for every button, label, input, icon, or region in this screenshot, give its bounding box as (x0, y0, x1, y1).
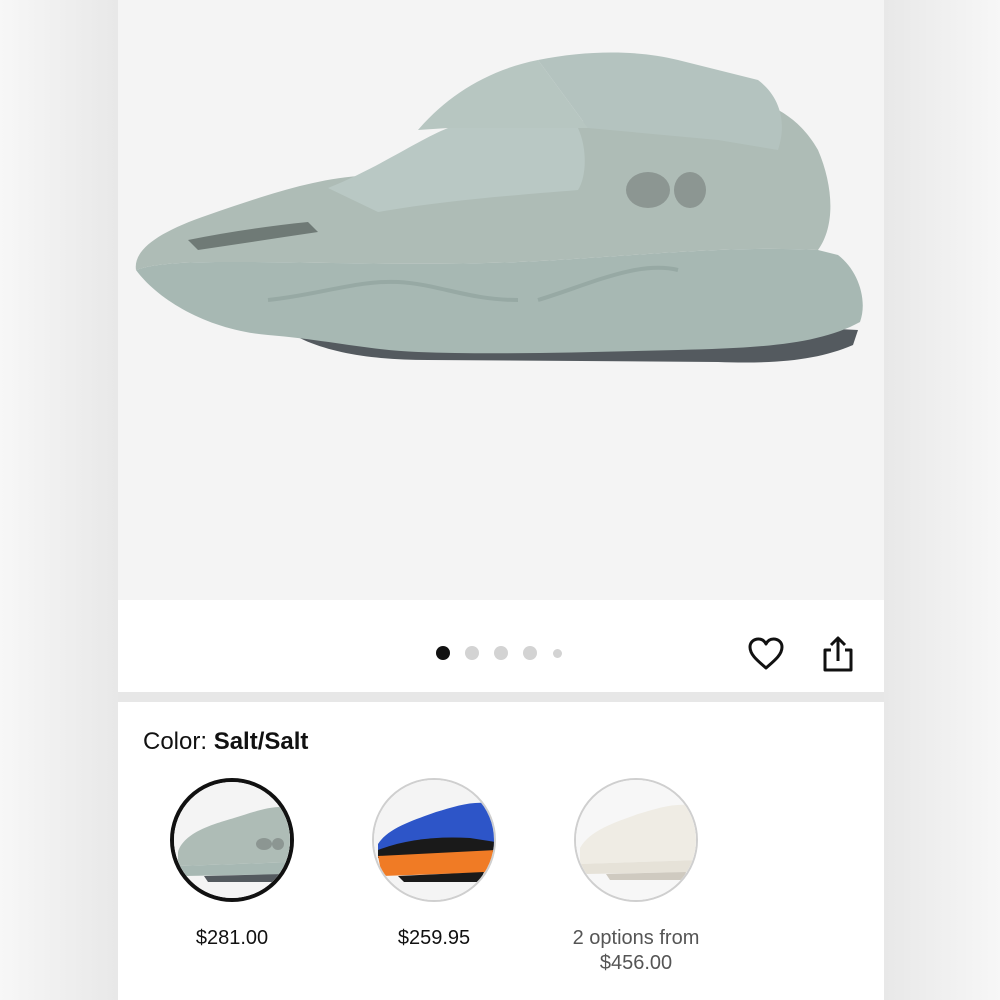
gallery-dot-2[interactable] (465, 646, 479, 660)
color-option-price: 2 options from $456.00 (546, 926, 726, 976)
color-label-prefix: Color: (143, 728, 208, 755)
gallery-dot-5[interactable] (553, 649, 562, 658)
color-option-blue-orange[interactable]: $259.95 (344, 778, 524, 988)
gallery-dot-3[interactable] (494, 646, 508, 660)
sneaker-thumbnail (374, 780, 494, 900)
wishlist-button[interactable] (746, 634, 786, 674)
product-image[interactable] (118, 0, 884, 600)
gallery-dot-1[interactable] (436, 646, 450, 660)
sneaker-thumbnail (174, 782, 290, 898)
color-swatch-image (372, 778, 496, 902)
color-swatch-image (170, 778, 294, 902)
color-option-salt[interactable]: $281.00 (142, 778, 322, 988)
color-option-price: $281.00 (195, 927, 269, 949)
share-icon (823, 636, 853, 672)
sneaker-illustration (135, 52, 863, 363)
heart-icon (748, 637, 784, 670)
share-button[interactable] (818, 634, 858, 674)
selected-color-name: Salt/Salt (213, 728, 309, 755)
color-option-price: $259.95 (397, 927, 471, 949)
color-label: Color: Salt/Salt (143, 728, 308, 756)
product-screen: Color: Salt/Salt $281.00 $259.95 2 optio… (118, 0, 884, 1000)
color-selector: Color: Salt/Salt $281.00 $259.95 2 optio… (118, 702, 884, 1000)
color-swatch-image (574, 778, 698, 902)
color-option-cream[interactable]: 2 options from $456.00 (546, 778, 726, 988)
section-divider (118, 692, 884, 702)
background-left (0, 0, 118, 1000)
sneaker-thumbnail (576, 780, 696, 900)
gallery-controls (118, 600, 884, 692)
background-right (884, 0, 1000, 1000)
price-line-1: 2 options from (572, 927, 700, 949)
price-line-2: $456.00 (599, 952, 673, 974)
gallery-dot-4[interactable] (523, 646, 537, 660)
